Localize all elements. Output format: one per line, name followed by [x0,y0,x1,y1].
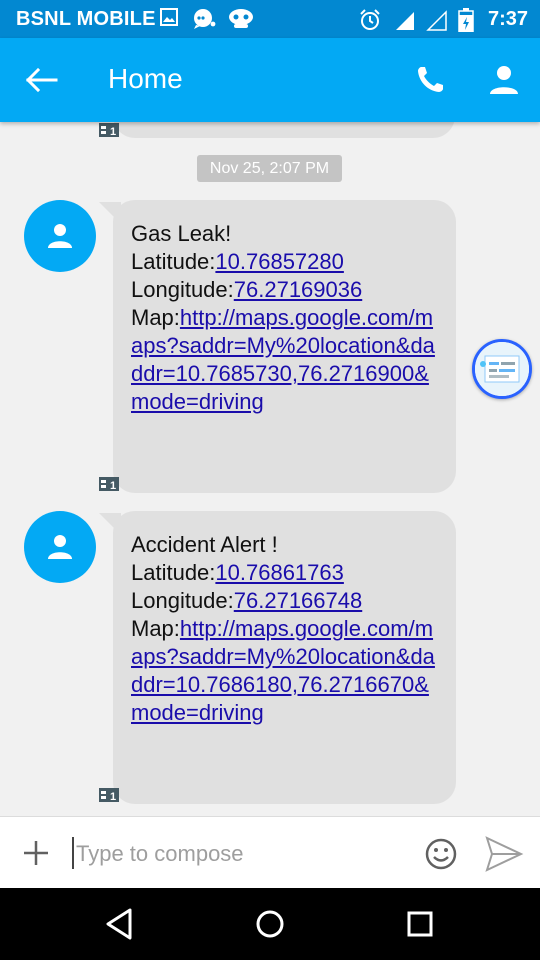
longitude-label: Longitude: [131,277,234,302]
carrier-name: BSNL MOBILE [16,8,156,30]
longitude-line: Longitude:76.27169036 [131,276,440,304]
person-icon [48,224,72,248]
previous-message-bubble[interactable] [113,122,455,138]
contact-icon[interactable] [484,62,524,98]
latitude-line: Latitude:10.76861763 [131,559,440,587]
sender-avatar[interactable] [24,511,96,583]
person-icon [48,535,72,559]
app-bar: Home [0,38,540,122]
map-line: Map:http://maps.google.com/maps?saddr=My… [131,615,440,727]
alarm-icon [360,9,380,30]
nav-home-icon[interactable] [252,906,288,942]
longitude-link[interactable]: 76.27169036 [234,277,362,302]
longitude-link[interactable]: 76.27166748 [234,588,362,613]
message-title: Accident Alert ! [131,532,278,557]
back-arrow-icon[interactable] [22,62,62,98]
status-bar: BSNL MOBILE 7:37 [0,0,540,38]
nav-back-icon[interactable] [102,906,138,942]
game-controller-icon [229,9,253,28]
map-label: Map: [131,305,180,330]
nav-recents-icon[interactable] [402,906,438,942]
floating-chat-head[interactable] [472,339,532,399]
map-label: Map: [131,616,180,641]
navigation-bar [0,888,540,960]
image-icon [160,8,178,26]
signal-icon [396,12,414,30]
message-bubble[interactable]: Gas Leak! Latitude:10.76857280 Longitude… [99,200,456,493]
longitude-line: Longitude:76.27166748 [131,587,440,615]
latitude-link[interactable]: 10.76857280 [215,249,343,274]
battery-charging-icon [458,8,474,32]
bubble-tail [99,513,121,535]
status-time: 7:37 [487,8,528,30]
send-icon[interactable] [484,835,524,873]
latitude-label: Latitude: [131,560,216,585]
signal-empty-icon [426,10,447,31]
message-title: Gas Leak! [131,221,232,246]
bubble-tail [99,202,121,224]
sim-number: 1 [110,126,116,137]
conversation-list[interactable]: 1 Nov 25, 2:07 PM Gas Leak! Latitude:10.… [0,122,540,816]
page-title: Home [108,63,183,94]
sim-number: 1 [110,480,116,491]
compose-input[interactable] [74,835,398,873]
sender-avatar[interactable] [24,200,96,272]
sim-indicator-icon: 1 [99,123,119,137]
phone-icon[interactable] [412,62,452,98]
chat-bubble-icon [194,9,216,29]
latitude-link[interactable]: 10.76861763 [215,560,343,585]
sim-indicator-icon: 1 [99,477,119,491]
message-bubble[interactable]: Accident Alert ! Latitude:10.76861763 Lo… [99,511,456,804]
date-chip: Nov 25, 2:07 PM [197,155,342,182]
thumbnail-icon [475,342,529,396]
emoji-icon[interactable] [424,837,458,871]
longitude-label: Longitude: [131,588,234,613]
compose-bar [0,816,540,889]
attach-plus-icon[interactable] [20,837,52,869]
latitude-label: Latitude: [131,249,216,274]
sim-indicator-icon: 1 [99,788,119,802]
sim-number: 1 [110,791,116,802]
map-line: Map:http://maps.google.com/maps?saddr=My… [131,304,440,416]
latitude-line: Latitude:10.76857280 [131,248,440,276]
